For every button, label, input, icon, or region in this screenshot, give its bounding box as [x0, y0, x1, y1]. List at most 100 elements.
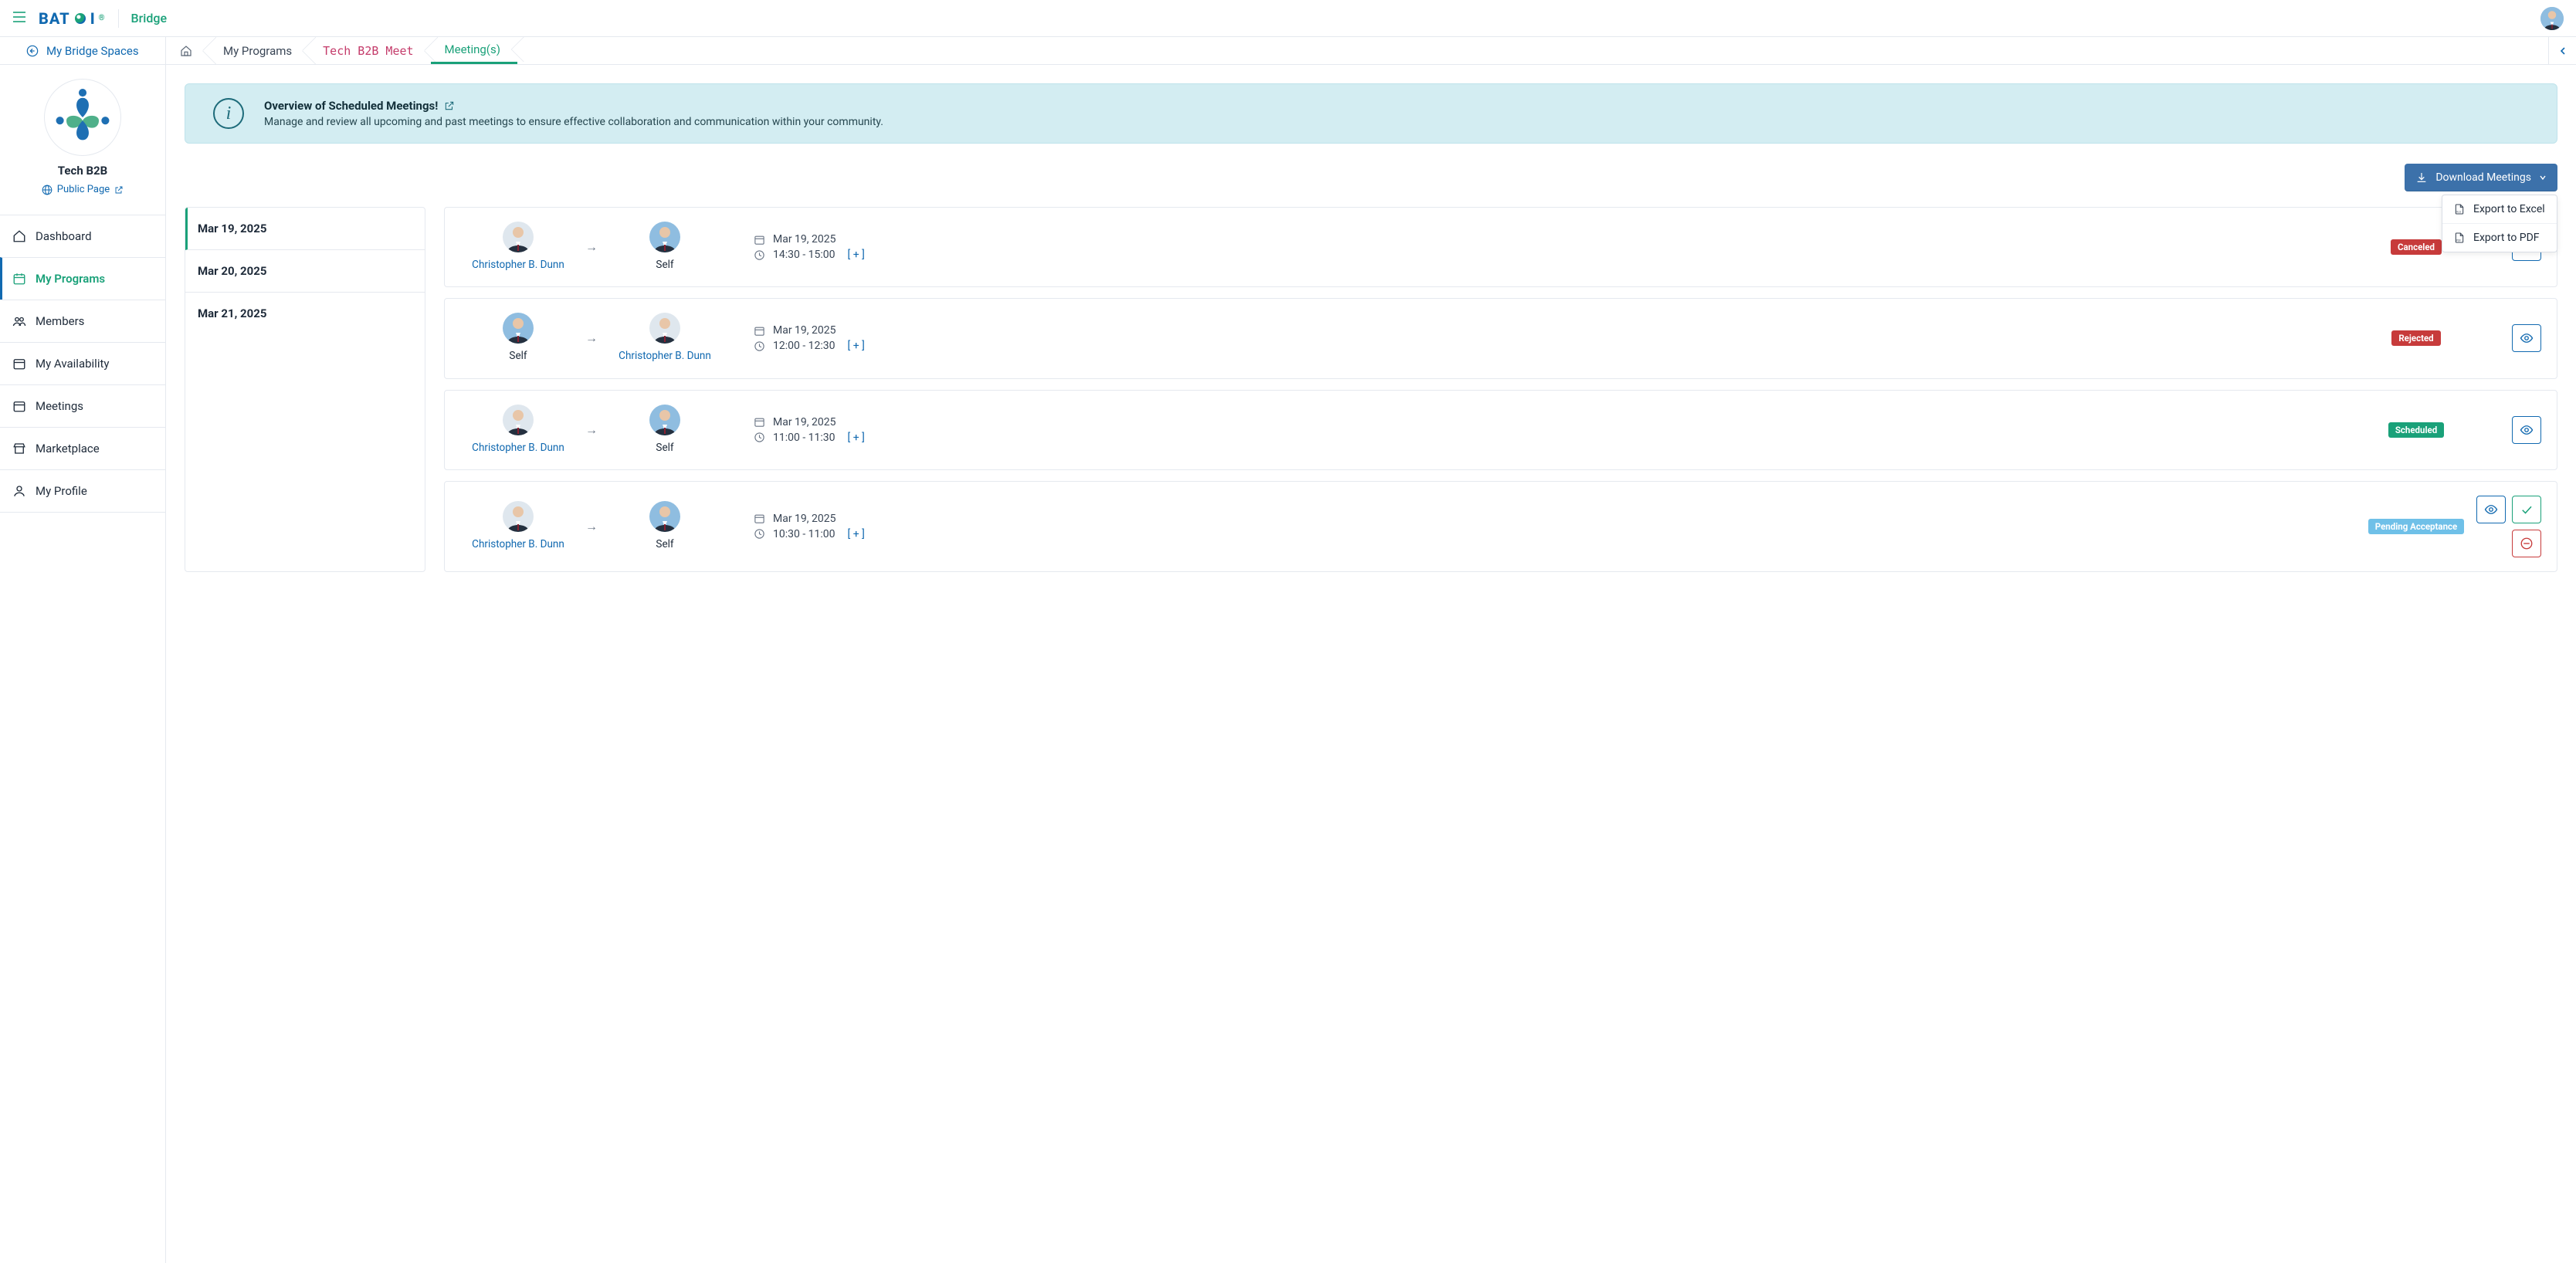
nav-programs[interactable]: My Programs	[0, 257, 165, 300]
info-icon: i	[213, 98, 244, 129]
my-bridge-spaces-button[interactable]: My Bridge Spaces	[0, 37, 166, 64]
party-from-name[interactable]: Christopher B. Dunn	[460, 537, 576, 552]
party-from-name: Self	[460, 348, 576, 364]
brand-text-left: BAT	[39, 9, 70, 28]
arrow-right-icon: →	[576, 519, 607, 534]
download-meetings-label: Download Meetings	[2435, 171, 2531, 184]
status-badge: Pending Acceptance	[2368, 519, 2464, 534]
svg-text:XLS: XLS	[2456, 211, 2461, 214]
meeting-card: Christopher B. Dunn → Self Mar 19, 2025	[444, 207, 2557, 287]
user-icon	[12, 484, 26, 498]
date-item[interactable]: Mar 21, 2025	[185, 293, 425, 334]
nav-meetings[interactable]: Meetings	[0, 384, 165, 427]
calendar-icon	[754, 234, 765, 245]
nav-marketplace-label: Marketplace	[36, 442, 100, 455]
info-banner: i Overview of Scheduled Meetings! Manage…	[185, 83, 2557, 144]
eye-icon	[2520, 423, 2534, 437]
nav-members[interactable]: Members	[0, 300, 165, 342]
brand-dot-icon	[75, 13, 86, 24]
collapse-panel-button[interactable]	[2548, 37, 2576, 64]
avatar	[649, 405, 680, 435]
download-meetings-button[interactable]: Download Meetings	[2405, 164, 2557, 191]
status-badge: Scheduled	[2388, 422, 2444, 438]
brand-logo[interactable]: BAT I®	[39, 9, 106, 28]
user-avatar[interactable]	[2540, 7, 2564, 30]
expand-time-button[interactable]: [ + ]	[848, 432, 865, 444]
meeting-time: 11:00 - 11:30	[773, 432, 836, 444]
decline-button[interactable]	[2512, 530, 2541, 557]
store-icon	[12, 442, 26, 455]
date-list: Mar 19, 2025 Mar 20, 2025 Mar 21, 2025	[185, 207, 425, 572]
meeting-time: 10:30 - 11:00	[773, 528, 836, 540]
calendar-icon	[754, 513, 765, 524]
party-from-name[interactable]: Christopher B. Dunn	[460, 440, 576, 455]
download-icon	[2415, 171, 2428, 184]
date-item[interactable]: Mar 19, 2025	[185, 208, 425, 250]
breadcrumb-home[interactable]	[166, 37, 209, 64]
nav-dashboard[interactable]: Dashboard	[0, 215, 165, 257]
meeting-date: Mar 19, 2025	[773, 416, 836, 428]
arrow-right-icon: →	[576, 330, 607, 346]
home-icon	[12, 229, 26, 243]
accept-button[interactable]	[2512, 496, 2541, 523]
party-to-name: Self	[607, 537, 723, 552]
external-link-icon	[114, 185, 124, 195]
view-button[interactable]	[2512, 416, 2541, 444]
meeting-card: Christopher B. Dunn → Self Mar 19, 2025	[444, 481, 2557, 572]
chevron-left-icon	[2559, 46, 2567, 56]
meeting-card: Christopher B. Dunn → Self Mar 19, 2025	[444, 390, 2557, 470]
export-excel-item[interactable]: XLS Export to Excel	[2442, 195, 2557, 223]
clock-icon	[754, 249, 765, 261]
view-button[interactable]	[2476, 496, 2506, 523]
view-button[interactable]	[2512, 324, 2541, 352]
calendar-icon	[12, 357, 26, 371]
bridge-label[interactable]: Bridge	[131, 11, 168, 25]
public-page-link[interactable]: Public Page	[42, 184, 124, 195]
external-link-icon[interactable]	[444, 100, 455, 111]
meeting-date: Mar 19, 2025	[773, 513, 836, 525]
menu-icon[interactable]	[12, 12, 26, 25]
breadcrumb-current[interactable]: Meeting(s)	[431, 37, 517, 64]
nav-profile-label: My Profile	[36, 484, 87, 498]
home-icon	[180, 45, 192, 57]
export-pdf-item[interactable]: PDF Export to PDF	[2442, 223, 2557, 252]
chevron-down-icon	[2539, 174, 2547, 181]
nav-marketplace[interactable]: Marketplace	[0, 427, 165, 469]
registered-icon: ®	[99, 14, 106, 22]
date-label: Mar 20, 2025	[198, 264, 266, 278]
nav-availability[interactable]: My Availability	[0, 342, 165, 384]
nav-dashboard-label: Dashboard	[36, 229, 92, 243]
avatar	[649, 313, 680, 344]
info-subtitle: Manage and review all upcoming and past …	[264, 116, 883, 128]
my-bridge-spaces-label: My Bridge Spaces	[46, 44, 139, 58]
svg-text:PDF: PDF	[2456, 239, 2461, 242]
avatar	[503, 222, 534, 252]
meeting-card: Self → Christopher B. Dunn Mar 19, 2025	[444, 298, 2557, 378]
party-from-name[interactable]: Christopher B. Dunn	[460, 257, 576, 273]
date-item[interactable]: Mar 20, 2025	[185, 250, 425, 293]
expand-time-button[interactable]: [ + ]	[848, 340, 865, 352]
breadcrumb-programs[interactable]: My Programs	[209, 37, 309, 64]
brand-text-right: I	[90, 9, 96, 28]
party-to-name: Self	[607, 257, 723, 273]
breadcrumb-program-name[interactable]: Tech B2B Meet	[309, 37, 430, 64]
expand-time-button[interactable]: [ + ]	[848, 249, 865, 261]
status-badge: Rejected	[2391, 330, 2440, 346]
breadcrumb-current-label: Meeting(s)	[445, 42, 500, 56]
breadcrumb: My Programs Tech B2B Meet Meeting(s)	[166, 37, 2548, 64]
calendar-icon	[12, 399, 26, 413]
globe-icon	[42, 185, 53, 195]
status-badge: Canceled	[2391, 239, 2442, 255]
export-pdf-label: Export to PDF	[2473, 232, 2540, 244]
avatar	[503, 405, 534, 435]
party-to-name[interactable]: Christopher B. Dunn	[607, 348, 723, 364]
calendar-icon	[754, 325, 765, 337]
avatar	[649, 222, 680, 252]
breadcrumb-programs-label: My Programs	[223, 44, 292, 58]
avatar	[503, 313, 534, 344]
expand-time-button[interactable]: [ + ]	[848, 528, 865, 540]
cancel-icon	[2520, 537, 2534, 550]
nav-profile[interactable]: My Profile	[0, 469, 165, 513]
nav-programs-label: My Programs	[36, 272, 105, 286]
calendar-icon	[754, 416, 765, 428]
